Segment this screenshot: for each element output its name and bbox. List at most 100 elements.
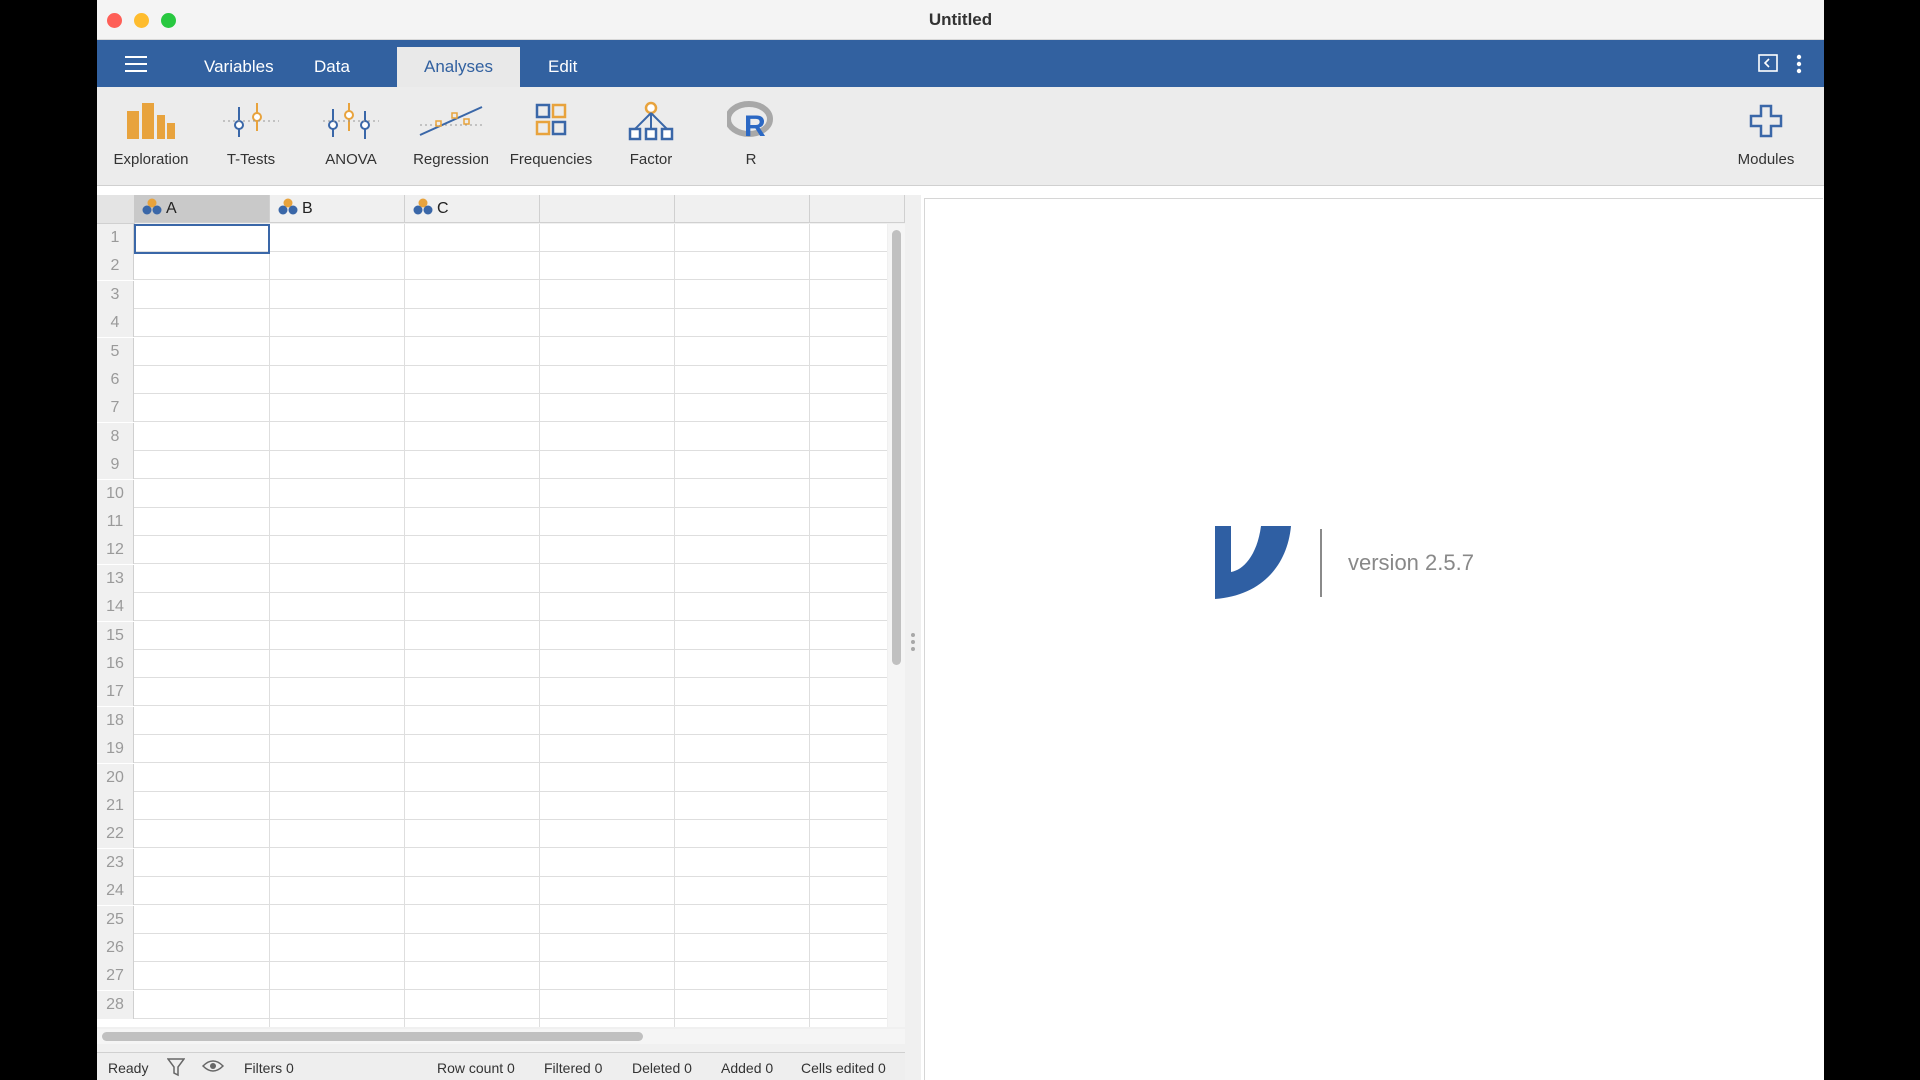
panel-toggle-icon[interactable] bbox=[1758, 54, 1778, 77]
table-row[interactable]: 22 bbox=[97, 820, 887, 849]
table-row[interactable]: 17 bbox=[97, 678, 887, 707]
table-row[interactable]: 28 bbox=[97, 990, 887, 1019]
main-tab-bar: Variables Data Analyses Edit bbox=[97, 40, 1824, 87]
regression-icon bbox=[401, 101, 501, 141]
table-row[interactable]: 19 bbox=[97, 735, 887, 764]
row-number[interactable]: 10 bbox=[97, 479, 134, 508]
ttests-button[interactable]: T-Tests bbox=[201, 101, 301, 181]
row-number[interactable]: 24 bbox=[97, 877, 134, 906]
vertical-scrollbar[interactable] bbox=[888, 224, 905, 1027]
anova-button[interactable]: ANOVA bbox=[301, 101, 401, 181]
table-row[interactable]: 24 bbox=[97, 877, 887, 906]
table-row[interactable]: 3 bbox=[97, 280, 887, 309]
column-header-b[interactable]: B bbox=[270, 195, 405, 223]
tab-edit[interactable]: Edit bbox=[521, 47, 604, 87]
row-number[interactable]: 8 bbox=[97, 422, 134, 451]
horizontal-scrollbar[interactable] bbox=[97, 1029, 905, 1044]
more-vertical-icon[interactable] bbox=[1796, 54, 1802, 79]
row-number[interactable]: 27 bbox=[97, 962, 134, 991]
row-number[interactable]: 14 bbox=[97, 593, 134, 622]
row-number[interactable]: 15 bbox=[97, 621, 134, 650]
row-number[interactable]: 9 bbox=[97, 451, 134, 480]
row-number[interactable]: 6 bbox=[97, 366, 134, 394]
r-button[interactable]: R R bbox=[701, 101, 801, 181]
row-number[interactable]: 7 bbox=[97, 394, 134, 423]
column-header-empty[interactable] bbox=[810, 195, 905, 223]
row-number[interactable]: 1 bbox=[97, 224, 134, 252]
table-row[interactable]: 27 bbox=[97, 962, 887, 991]
table-row[interactable]: 15 bbox=[97, 621, 887, 650]
table-row[interactable]: 6 bbox=[97, 366, 887, 394]
table-row[interactable]: 20 bbox=[97, 763, 887, 792]
row-number[interactable]: 20 bbox=[97, 763, 134, 792]
results-panel: version 2.5.7 bbox=[924, 198, 1823, 1080]
factor-icon bbox=[601, 101, 701, 141]
column-name: A bbox=[166, 200, 177, 217]
grid-corner[interactable] bbox=[97, 195, 135, 224]
anova-icon bbox=[301, 101, 401, 141]
row-number[interactable]: 19 bbox=[97, 735, 134, 764]
row-number[interactable]: 18 bbox=[97, 706, 134, 735]
row-number[interactable]: 12 bbox=[97, 536, 134, 565]
regression-button[interactable]: Regression bbox=[401, 101, 501, 181]
table-row[interactable]: 12 bbox=[97, 536, 887, 565]
row-number[interactable]: 5 bbox=[97, 337, 134, 366]
row-number[interactable]: 22 bbox=[97, 820, 134, 849]
frequencies-button[interactable]: Frequencies bbox=[501, 101, 601, 181]
row-number[interactable]: 26 bbox=[97, 934, 134, 962]
column-header-c[interactable]: C bbox=[405, 195, 540, 223]
table-row[interactable]: 26 bbox=[97, 934, 887, 962]
tab-variables[interactable]: Variables bbox=[177, 47, 301, 87]
tab-data[interactable]: Data bbox=[287, 47, 377, 87]
row-number[interactable]: 11 bbox=[97, 508, 134, 536]
exploration-button[interactable]: Exploration bbox=[101, 101, 201, 181]
table-row[interactable]: 13 bbox=[97, 564, 887, 593]
row-number[interactable]: 2 bbox=[97, 252, 134, 281]
eye-icon[interactable] bbox=[201, 1059, 225, 1076]
regression-label: Regression bbox=[413, 151, 489, 168]
modules-button[interactable]: Modules bbox=[1716, 101, 1816, 181]
table-row[interactable]: 9 bbox=[97, 451, 887, 480]
table-row[interactable]: 18 bbox=[97, 706, 887, 735]
column-header-empty[interactable] bbox=[540, 195, 675, 223]
table-row[interactable]: 16 bbox=[97, 650, 887, 678]
table-row[interactable]: 21 bbox=[97, 792, 887, 820]
row-number[interactable]: 4 bbox=[97, 309, 134, 338]
data-grid[interactable]: 1 2 3 4 5 6 7 8 9 10 11 12 13 14 15 16 17 18 19 20 21 22 23 24 2… bbox=[97, 224, 887, 1027]
row-number[interactable]: 23 bbox=[97, 848, 134, 877]
table-row[interactable]: 8 bbox=[97, 422, 887, 451]
table-row[interactable]: 4 bbox=[97, 309, 887, 338]
vertical-scroll-thumb[interactable] bbox=[892, 230, 901, 665]
row-number[interactable]: 17 bbox=[97, 678, 134, 707]
table-row[interactable]: 14 bbox=[97, 593, 887, 622]
table-row[interactable]: 2 bbox=[97, 252, 887, 281]
panel-splitter[interactable] bbox=[905, 195, 921, 1080]
row-number[interactable]: 28 bbox=[97, 990, 134, 1019]
row-number[interactable]: 13 bbox=[97, 564, 134, 593]
factor-button[interactable]: Factor bbox=[601, 101, 701, 181]
nominal-variable-icon bbox=[142, 198, 162, 215]
filter-icon[interactable] bbox=[166, 1057, 186, 1080]
hamburger-icon[interactable] bbox=[125, 56, 147, 72]
table-row[interactable]: 7 bbox=[97, 394, 887, 423]
status-cells-edited: Cells edited 0 bbox=[801, 1060, 886, 1076]
anova-label: ANOVA bbox=[325, 151, 377, 168]
table-row[interactable]: 11 bbox=[97, 508, 887, 536]
table-row[interactable]: 5 bbox=[97, 337, 887, 366]
table-row[interactable]: 23 bbox=[97, 848, 887, 877]
frequencies-label: Frequencies bbox=[509, 151, 593, 168]
modules-label: Modules bbox=[1737, 151, 1795, 168]
row-number[interactable]: 3 bbox=[97, 280, 134, 309]
column-header-a[interactable]: A bbox=[134, 195, 270, 223]
selected-cell[interactable] bbox=[134, 224, 270, 254]
tab-analyses[interactable]: Analyses bbox=[397, 47, 520, 87]
table-row[interactable]: 25 bbox=[97, 905, 887, 934]
row-number[interactable]: 16 bbox=[97, 650, 134, 678]
horizontal-scroll-thumb[interactable] bbox=[102, 1032, 643, 1041]
column-header-empty[interactable] bbox=[675, 195, 810, 223]
exploration-icon bbox=[101, 101, 201, 141]
row-number[interactable]: 25 bbox=[97, 905, 134, 934]
row-number[interactable]: 21 bbox=[97, 792, 134, 820]
table-row[interactable]: 10 bbox=[97, 479, 887, 508]
factor-label: Factor bbox=[629, 151, 673, 168]
